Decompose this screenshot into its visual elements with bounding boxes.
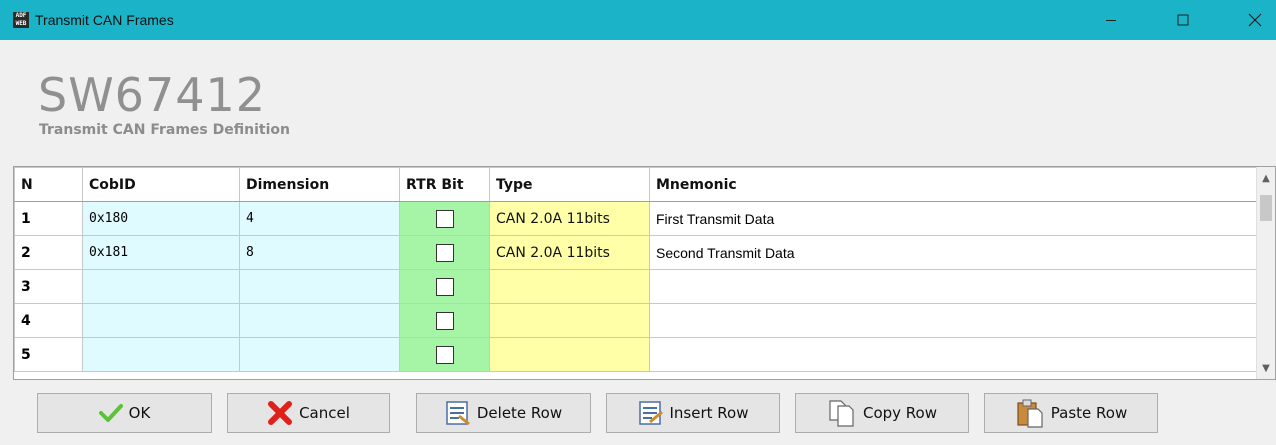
- delete-row-label: Delete Row: [476, 404, 563, 422]
- rtr-bit-checkbox[interactable]: [435, 243, 454, 262]
- insert-row-label: Insert Row: [669, 404, 749, 422]
- column-header-n[interactable]: N: [14, 167, 83, 202]
- type-cell[interactable]: [489, 269, 650, 304]
- minimize-icon: [1106, 20, 1116, 21]
- rtr-bit-cell[interactable]: [399, 235, 490, 270]
- cobid-cell[interactable]: [82, 337, 240, 372]
- row-number-cell[interactable]: 1: [14, 201, 83, 236]
- row-number-cell[interactable]: 3: [14, 269, 83, 304]
- table-header-row: N CobID Dimension RTR Bit Type Mnemonic: [14, 167, 1259, 202]
- dimension-cell[interactable]: [239, 337, 400, 372]
- table-row[interactable]: 4: [14, 303, 1259, 338]
- type-cell[interactable]: [489, 337, 650, 372]
- rtr-bit-cell[interactable]: [399, 269, 490, 304]
- scroll-down-icon[interactable]: ▼: [1257, 359, 1275, 377]
- paste-icon: [1017, 399, 1043, 428]
- ok-button[interactable]: OK: [37, 393, 212, 433]
- rtr-bit-checkbox[interactable]: [435, 311, 454, 330]
- mnemonic-cell[interactable]: Second Transmit Data: [649, 235, 1259, 270]
- column-header-type[interactable]: Type: [489, 167, 650, 202]
- rtr-bit-checkbox[interactable]: [435, 209, 454, 228]
- copy-icon: [829, 400, 854, 427]
- delete-row-icon: [446, 401, 470, 426]
- cancel-button[interactable]: Cancel: [227, 393, 390, 433]
- rtr-bit-checkbox[interactable]: [435, 345, 454, 364]
- dimension-cell[interactable]: 4: [239, 201, 400, 236]
- scrollbar-thumb[interactable]: [1260, 195, 1272, 221]
- paste-row-label: Paste Row: [1050, 404, 1128, 422]
- close-button[interactable]: [1232, 0, 1276, 40]
- copy-row-button[interactable]: Copy Row: [795, 393, 969, 433]
- close-icon: [1248, 13, 1262, 27]
- app-logo-icon: ADF WEB: [13, 12, 29, 28]
- row-number-cell[interactable]: 4: [14, 303, 83, 338]
- rtr-bit-checkbox[interactable]: [435, 277, 454, 296]
- table-row[interactable]: 5: [14, 337, 1259, 372]
- scroll-up-icon[interactable]: ▲: [1257, 169, 1275, 187]
- mnemonic-cell[interactable]: First Transmit Data: [649, 201, 1259, 236]
- minimize-button[interactable]: [1088, 0, 1134, 40]
- mnemonic-cell[interactable]: [649, 303, 1259, 338]
- column-header-rtr-bit[interactable]: RTR Bit: [399, 167, 490, 202]
- row-number-cell[interactable]: 2: [14, 235, 83, 270]
- type-cell[interactable]: [489, 303, 650, 338]
- insert-row-icon: [638, 401, 663, 425]
- cobid-cell[interactable]: 0x180: [82, 201, 240, 236]
- cancel-label: Cancel: [299, 404, 350, 422]
- cobid-cell[interactable]: [82, 269, 240, 304]
- mnemonic-cell[interactable]: [649, 337, 1259, 372]
- row-number-cell[interactable]: 5: [14, 337, 83, 372]
- rtr-bit-cell[interactable]: [399, 201, 490, 236]
- maximize-icon: [1177, 14, 1189, 26]
- ok-label: OK: [128, 404, 151, 422]
- mnemonic-cell[interactable]: [649, 269, 1259, 304]
- frames-grid[interactable]: N CobID Dimension RTR Bit Type Mnemonic …: [13, 166, 1276, 380]
- dimension-cell[interactable]: 8: [239, 235, 400, 270]
- table-row[interactable]: 1 0x180 4 CAN 2.0A 11bits First Transmit…: [14, 201, 1259, 236]
- insert-row-button[interactable]: Insert Row: [606, 393, 780, 433]
- vertical-scrollbar[interactable]: ▲ ▼: [1256, 167, 1275, 379]
- column-header-mnemonic[interactable]: Mnemonic: [649, 167, 1259, 202]
- title-bar[interactable]: ADF WEB Transmit CAN Frames: [0, 0, 1276, 40]
- page-subtitle: Transmit CAN Frames Definition: [39, 122, 290, 138]
- dimension-cell[interactable]: [239, 303, 400, 338]
- type-cell[interactable]: CAN 2.0A 11bits: [489, 201, 650, 236]
- copy-row-label: Copy Row: [862, 404, 937, 422]
- column-header-cobid[interactable]: CobID: [82, 167, 240, 202]
- table-row[interactable]: 3: [14, 269, 1259, 304]
- cobid-cell[interactable]: [82, 303, 240, 338]
- cobid-cell[interactable]: 0x181: [82, 235, 240, 270]
- type-cell[interactable]: CAN 2.0A 11bits: [489, 235, 650, 270]
- maximize-button[interactable]: [1160, 0, 1206, 40]
- table-row[interactable]: 2 0x181 8 CAN 2.0A 11bits Second Transmi…: [14, 235, 1259, 270]
- dimension-cell[interactable]: [239, 269, 400, 304]
- checkmark-icon: [98, 404, 123, 422]
- window-title: Transmit CAN Frames: [35, 12, 174, 28]
- delete-row-button[interactable]: Delete Row: [416, 393, 591, 433]
- page-title: SW67412: [38, 68, 267, 122]
- rtr-bit-cell[interactable]: [399, 337, 490, 372]
- rtr-bit-cell[interactable]: [399, 303, 490, 338]
- cancel-x-icon: [268, 401, 293, 425]
- transmit-can-frames-window: ADF WEB Transmit CAN Frames SW67412 Trans…: [0, 0, 1276, 445]
- column-header-dimension[interactable]: Dimension: [239, 167, 400, 202]
- paste-row-button[interactable]: Paste Row: [984, 393, 1158, 433]
- frames-table: N CobID Dimension RTR Bit Type Mnemonic …: [14, 167, 1259, 372]
